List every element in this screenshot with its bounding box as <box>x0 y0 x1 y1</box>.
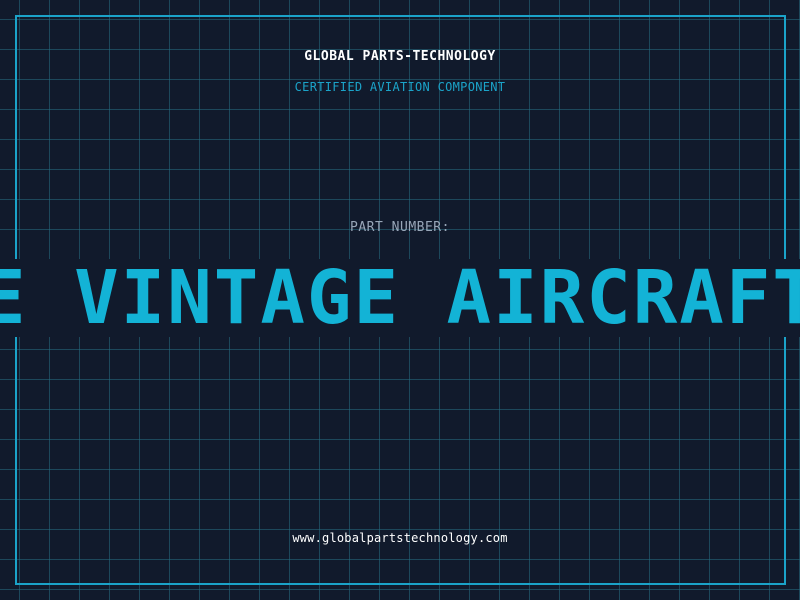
brand-title: GLOBAL PARTS-TECHNOLOGY <box>304 49 496 64</box>
website-url: www.globalpartstechnology.com <box>292 531 508 545</box>
part-number-label: PART NUMBER: <box>350 220 450 235</box>
certification-subtitle: CERTIFIED AVIATION COMPONENT <box>294 80 506 94</box>
part-number-value: E VINTAGE AIRCRAFT <box>0 259 800 337</box>
part-number-band: E VINTAGE AIRCRAFT <box>0 259 800 337</box>
